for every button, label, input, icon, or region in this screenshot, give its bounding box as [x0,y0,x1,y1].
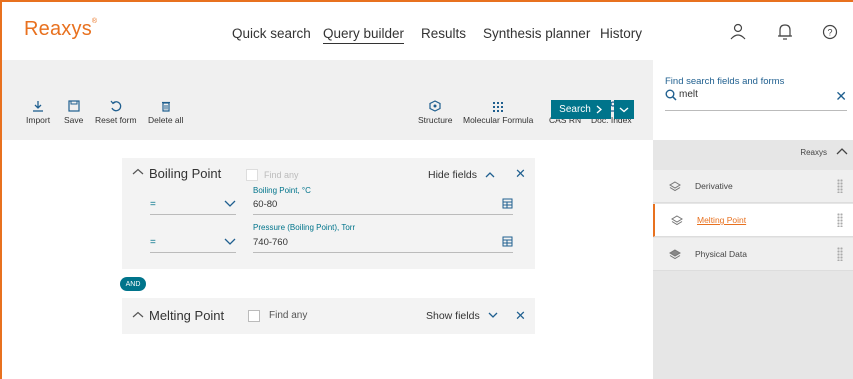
query-builder-area: Boiling Point Find any Hide fields ✕ Boi… [2,140,653,379]
melting-point-form: Melting Point Find any Show fields ✕ [122,298,535,334]
show-fields-label: Show fields [426,310,480,322]
boiling-point-field-label: Boiling Point, °C [253,186,311,195]
structure-label: Structure [418,115,453,125]
nav-query-builder[interactable]: Query builder [323,26,405,44]
operator-select[interactable]: = [150,195,236,215]
and-connector[interactable]: AND [120,277,146,291]
find-any-label: Find any [264,170,299,180]
list-item-physical-data[interactable]: Physical Data [653,238,853,271]
chevron-down-icon [488,312,498,318]
chevron-down-icon [224,200,236,207]
import-label: Import [26,115,51,125]
reset-icon [110,100,122,112]
trash-icon [161,101,170,112]
nav-synthesis-planner[interactable]: Synthesis planner [483,26,590,41]
collapse-chevron-icon[interactable] [132,311,144,319]
user-icon[interactable] [728,22,748,42]
pressure-value: 740-760 [253,237,288,248]
search-button[interactable]: Search [551,100,611,119]
show-fields-toggle[interactable]: Show fields [426,310,498,322]
boiling-point-input[interactable]: 60-80 [253,195,513,215]
chevron-up-icon[interactable] [835,144,849,158]
molecular-formula-label: Molecular Formula [463,115,534,125]
field-finder-panel: Find search fields and forms melt ✕ Reax… [653,60,853,379]
reset-form-label: Reset form [95,115,137,125]
field-search-input[interactable]: melt ✕ [665,88,847,111]
melting-point-title: Melting Point [149,308,225,323]
molecular-formula-button[interactable]: Molecular Formula [463,100,533,125]
help-icon[interactable]: ? [820,22,840,42]
bell-icon[interactable] [775,22,795,42]
table-icon[interactable] [502,198,513,209]
svg-text:?: ? [827,28,832,38]
search-options-dropdown[interactable] [614,100,634,119]
import-icon [33,101,44,112]
field-finder-heading: Find search fields and forms [665,76,785,87]
field-search-value: melt [679,89,698,100]
chevron-right-icon [596,105,602,114]
save-icon [68,100,80,112]
nav-results[interactable]: Results [421,26,466,41]
find-any-label: Find any [269,310,308,321]
list-item-label: Melting Point [697,215,747,225]
operator-value: = [150,199,156,210]
pressure-field-label: Pressure (Boiling Point), Torr [253,223,356,232]
collapse-chevron-icon[interactable] [132,168,144,176]
import-button[interactable]: Import [26,100,50,125]
pressure-input[interactable]: 740-760 [253,233,513,253]
save-label: Save [64,115,84,125]
main-nav: Quick search Query builder Results Synth… [2,26,853,48]
delete-all-label: Delete all [148,115,184,125]
source-group-label: Reaxys [800,148,827,157]
hide-fields-toggle[interactable]: Hide fields [428,169,495,181]
structure-icon [429,100,441,112]
nav-quick-search[interactable]: Quick search [232,26,311,41]
boiling-point-value: 60-80 [253,199,278,210]
operator-select[interactable]: = [150,233,236,253]
table-icon[interactable] [502,236,513,247]
chevron-up-icon [485,172,495,178]
clear-search-button[interactable]: ✕ [835,88,847,105]
delete-all-button[interactable]: Delete all [148,100,183,125]
remove-melting-point-button[interactable]: ✕ [515,308,526,324]
chevron-down-icon [224,238,236,245]
chevron-down-icon [619,107,629,113]
drag-handle-icon[interactable] [837,247,843,261]
list-item-derivative[interactable]: Derivative [653,170,853,203]
search-icon [665,89,677,101]
field-finder-search-area: Find search fields and forms melt ✕ [653,60,853,140]
drag-handle-icon[interactable] [837,179,843,193]
list-item-label: Physical Data [695,249,747,259]
save-button[interactable]: Save [64,100,83,125]
top-header: Reaxys® Quick search Query builder Resul… [2,2,853,60]
hide-fields-label: Hide fields [428,169,478,181]
boiling-point-form: Boiling Point Find any Hide fields ✕ Boi… [122,158,535,269]
find-any-checkbox[interactable] [246,169,258,181]
find-any-checkbox[interactable] [248,310,260,322]
nav-history[interactable]: History [600,26,642,41]
drag-handle-icon[interactable] [837,213,843,227]
formula-grid-icon [493,102,504,112]
operator-value: = [150,237,156,248]
list-item-label: Derivative [695,181,733,191]
query-toolbar: Import Save Reset form Delete all Struct… [2,60,653,140]
boiling-point-title: Boiling Point [149,166,222,181]
remove-boiling-point-button[interactable]: ✕ [515,166,526,182]
search-button-label: Search [559,104,591,115]
reset-form-button[interactable]: Reset form [95,100,137,125]
layers-filled-icon [669,249,681,260]
layers-icon [671,215,683,226]
layers-icon [669,181,681,192]
list-item-melting-point[interactable]: Melting Point [653,204,853,237]
structure-button[interactable]: Structure [418,100,453,125]
